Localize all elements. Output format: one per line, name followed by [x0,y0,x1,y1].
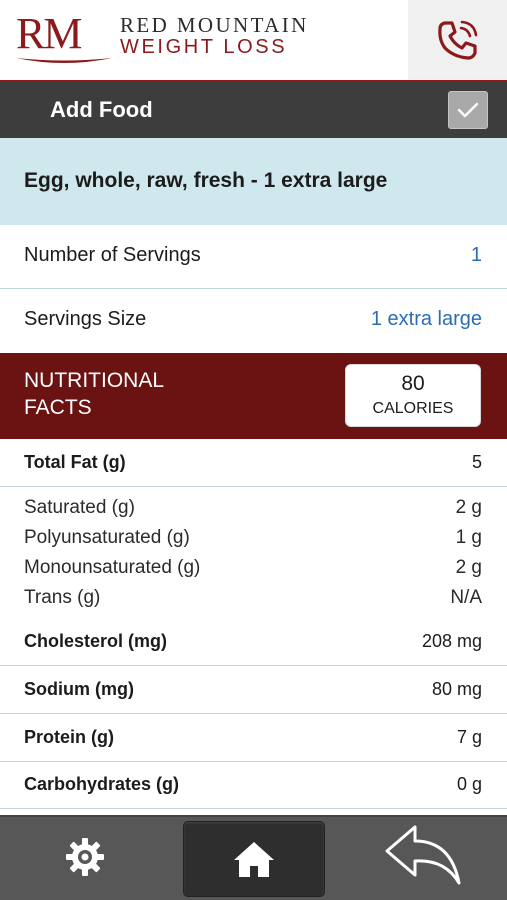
phone-icon [437,20,477,60]
nutrient-row-sodium: Sodium (mg) 80 mg [0,666,507,714]
app-header: RM RED MOUNTAIN WEIGHT LOSS [0,0,507,80]
check-icon [457,102,479,118]
logo-swoosh-icon [16,58,112,63]
total-fat-value: 5 [471,452,482,472]
protein-label: Protein (g) [24,727,114,747]
food-name: Egg, whole, raw, fresh - 1 extra large [24,169,388,192]
sodium-value: 80 mg [431,679,482,699]
back-button[interactable] [382,821,464,891]
sodium-label: Sodium (mg) [24,679,134,699]
monounsaturated-fat-label: Monounsaturated (g) [24,557,201,578]
protein-value: 7 g [456,727,482,747]
serving-size-value[interactable]: 1 extra large [371,306,482,332]
trans-fat-label: Trans (g) [24,587,101,608]
calories-value: 80 [401,372,425,395]
settings-button[interactable] [50,827,120,887]
home-button[interactable] [183,821,325,897]
cholesterol-value: 208 mg [421,631,482,651]
saturated-fat-label: Saturated (g) [24,497,135,518]
trans-fat-value: N/A [450,587,482,608]
bottom-navigation-bar [0,815,507,900]
total-fat-label: Total Fat (g) [24,452,126,472]
monounsaturated-fat-value: 2 g [455,557,482,578]
call-button[interactable] [408,0,507,80]
number-of-servings-label: Number of Servings [24,244,201,266]
fat-breakdown-group: Saturated (g) 2 g Polyunsaturated (g) 1 … [0,487,507,619]
number-of-servings-value[interactable]: 1 [471,242,482,268]
back-arrow-icon [385,825,461,885]
title-bar: Add Food [0,82,507,138]
nutrient-row-total-fat: Total Fat (g) 5 [0,439,507,487]
saturated-fat-value: 2 g [455,497,482,518]
brand-logo: RM RED MOUNTAIN WEIGHT LOSS [16,10,336,70]
serving-size-row[interactable]: Servings Size 1 extra large [0,289,507,353]
calories-label: CALORIES [372,400,454,417]
nutrition-title-line2: FACTS [24,396,92,419]
nutrition-facts-title: NUTRITIONAL FACTS [24,367,164,421]
nutrient-row-protein: Protein (g) 7 g [0,714,507,762]
polyunsaturated-fat-value: 1 g [455,527,482,548]
calories-badge: 80 CALORIES [345,364,481,427]
logo-line2: WEIGHT LOSS [120,36,288,58]
number-of-servings-row[interactable]: Number of Servings 1 [0,225,507,289]
home-icon [234,842,274,877]
gear-icon [66,838,104,876]
carbohydrates-value: 0 g [456,774,482,794]
polyunsaturated-fat-label: Polyunsaturated (g) [24,527,190,548]
page-title: Add Food [50,97,153,122]
nutrition-facts-header: NUTRITIONAL FACTS 80 CALORIES [0,353,507,439]
logo-initials: RM [16,9,82,58]
nutrient-row-carbohydrates: Carbohydrates (g) 0 g [0,762,507,809]
logo-line1: RED MOUNTAIN [120,13,309,37]
nutrient-row-cholesterol: Cholesterol (mg) 208 mg [0,619,507,666]
food-name-panel: Egg, whole, raw, fresh - 1 extra large [0,138,507,225]
serving-size-label: Servings Size [24,308,147,330]
nutrition-title-line1: NUTRITIONAL [24,369,165,392]
confirm-button[interactable] [448,91,488,129]
carbohydrates-label: Carbohydrates (g) [24,774,180,794]
cholesterol-label: Cholesterol (mg) [24,631,168,651]
